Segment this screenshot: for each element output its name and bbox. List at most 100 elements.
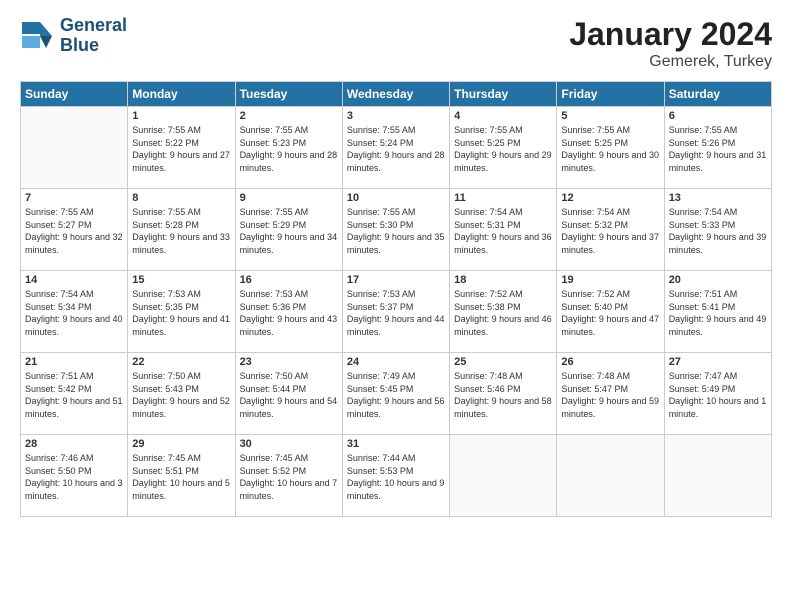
day-info: Sunrise: 7:55 AMSunset: 5:29 PMDaylight:… [240, 206, 338, 256]
day-info: Sunrise: 7:44 AMSunset: 5:53 PMDaylight:… [347, 452, 445, 502]
col-header-friday: Friday [557, 82, 664, 107]
day-info: Sunrise: 7:45 AMSunset: 5:52 PMDaylight:… [240, 452, 338, 502]
day-info: Sunrise: 7:54 AMSunset: 5:31 PMDaylight:… [454, 206, 552, 256]
day-cell [557, 435, 664, 517]
week-row-1: 7 Sunrise: 7:55 AMSunset: 5:27 PMDaylight… [21, 189, 772, 271]
col-header-thursday: Thursday [450, 82, 557, 107]
day-cell: 1Sunrise: 7:55 AMSunset: 5:22 PMDaylight… [128, 107, 235, 189]
day-cell: 28Sunrise: 7:46 AMSunset: 5:50 PMDayligh… [21, 435, 128, 517]
col-header-monday: Monday [128, 82, 235, 107]
title-area: January 2024 Gemerek, Turkey [569, 16, 772, 71]
day-cell: 5 Sunrise: 7:55 AMSunset: 5:25 PMDaylight… [557, 107, 664, 189]
day-number: 4 [454, 110, 552, 122]
day-info: Sunrise: 7:52 AMSunset: 5:40 PMDaylight:… [561, 288, 659, 338]
day-info: Sunrise: 7:55 AMSunset: 5:26 PMDaylight:… [669, 124, 767, 174]
day-number: 24 [347, 356, 445, 368]
day-cell: 30 Sunrise: 7:45 AMSunset: 5:52 PMDayligh… [235, 435, 342, 517]
day-number: 2 [240, 110, 338, 122]
calendar-header-row: SundayMondayTuesdayWednesdayThursdayFrid… [21, 82, 772, 107]
day-number: 21 [25, 356, 123, 368]
day-cell: 20 Sunrise: 7:51 AMSunset: 5:41 PMDayligh… [664, 271, 771, 353]
day-cell: 26Sunrise: 7:48 AMSunset: 5:47 PMDayligh… [557, 353, 664, 435]
day-number: 16 [240, 274, 338, 286]
day-cell [664, 435, 771, 517]
day-cell: 4Sunrise: 7:55 AMSunset: 5:25 PMDaylight… [450, 107, 557, 189]
day-cell: 13Sunrise: 7:54 AMSunset: 5:33 PMDayligh… [664, 189, 771, 271]
day-cell: 3 Sunrise: 7:55 AMSunset: 5:24 PMDaylight… [342, 107, 449, 189]
page: General Blue January 2024 Gemerek, Turke… [0, 0, 792, 612]
day-info: Sunrise: 7:55 AMSunset: 5:24 PMDaylight:… [347, 124, 445, 174]
day-info: Sunrise: 7:51 AMSunset: 5:41 PMDaylight:… [669, 288, 767, 338]
day-cell [21, 107, 128, 189]
day-info: Sunrise: 7:54 AMSunset: 5:34 PMDaylight:… [25, 288, 123, 338]
day-cell: 27Sunrise: 7:47 AMSunset: 5:49 PMDayligh… [664, 353, 771, 435]
day-info: Sunrise: 7:46 AMSunset: 5:50 PMDaylight:… [25, 452, 123, 502]
day-cell: 19 Sunrise: 7:52 AMSunset: 5:40 PMDayligh… [557, 271, 664, 353]
day-number: 29 [132, 438, 230, 450]
day-cell: 25Sunrise: 7:48 AMSunset: 5:46 PMDayligh… [450, 353, 557, 435]
day-number: 26 [561, 356, 659, 368]
day-number: 18 [454, 274, 552, 286]
day-cell: 11Sunrise: 7:54 AMSunset: 5:31 PMDayligh… [450, 189, 557, 271]
day-number: 9 [240, 192, 338, 204]
col-header-tuesday: Tuesday [235, 82, 342, 107]
logo-text: General Blue [60, 16, 127, 56]
day-cell: 18 Sunrise: 7:52 AMSunset: 5:38 PMDayligh… [450, 271, 557, 353]
day-info: Sunrise: 7:55 AMSunset: 5:25 PMDaylight:… [561, 124, 659, 174]
day-number: 10 [347, 192, 445, 204]
day-info: Sunrise: 7:49 AMSunset: 5:45 PMDaylight:… [347, 370, 445, 420]
col-header-sunday: Sunday [21, 82, 128, 107]
day-info: Sunrise: 7:45 AMSunset: 5:51 PMDaylight:… [132, 452, 230, 502]
day-info: Sunrise: 7:55 AMSunset: 5:30 PMDaylight:… [347, 206, 445, 256]
day-cell: 16 Sunrise: 7:53 AMSunset: 5:36 PMDayligh… [235, 271, 342, 353]
day-info: Sunrise: 7:54 AMSunset: 5:32 PMDaylight:… [561, 206, 659, 256]
week-row-4: 28Sunrise: 7:46 AMSunset: 5:50 PMDayligh… [21, 435, 772, 517]
day-cell: 10 Sunrise: 7:55 AMSunset: 5:30 PMDayligh… [342, 189, 449, 271]
day-info: Sunrise: 7:52 AMSunset: 5:38 PMDaylight:… [454, 288, 552, 338]
day-number: 30 [240, 438, 338, 450]
day-cell: 8 Sunrise: 7:55 AMSunset: 5:28 PMDaylight… [128, 189, 235, 271]
day-cell: 14Sunrise: 7:54 AMSunset: 5:34 PMDayligh… [21, 271, 128, 353]
day-number: 13 [669, 192, 767, 204]
day-info: Sunrise: 7:50 AMSunset: 5:44 PMDaylight:… [240, 370, 338, 420]
day-number: 7 [25, 192, 123, 204]
day-info: Sunrise: 7:55 AMSunset: 5:22 PMDaylight:… [132, 124, 230, 174]
day-number: 27 [669, 356, 767, 368]
day-number: 5 [561, 110, 659, 122]
day-number: 23 [240, 356, 338, 368]
day-number: 8 [132, 192, 230, 204]
day-info: Sunrise: 7:53 AMSunset: 5:37 PMDaylight:… [347, 288, 445, 338]
day-cell: 23 Sunrise: 7:50 AMSunset: 5:44 PMDayligh… [235, 353, 342, 435]
day-info: Sunrise: 7:48 AMSunset: 5:46 PMDaylight:… [454, 370, 552, 420]
day-info: Sunrise: 7:55 AMSunset: 5:28 PMDaylight:… [132, 206, 230, 256]
day-number: 6 [669, 110, 767, 122]
day-number: 15 [132, 274, 230, 286]
logo-line2: Blue [60, 36, 127, 56]
day-cell: 6 Sunrise: 7:55 AMSunset: 5:26 PMDaylight… [664, 107, 771, 189]
day-cell: 21 Sunrise: 7:51 AMSunset: 5:42 PMDayligh… [21, 353, 128, 435]
month-title: January 2024 [569, 16, 772, 53]
location: Gemerek, Turkey [569, 53, 772, 71]
day-number: 19 [561, 274, 659, 286]
day-cell: 2 Sunrise: 7:55 AMSunset: 5:23 PMDaylight… [235, 107, 342, 189]
day-info: Sunrise: 7:51 AMSunset: 5:42 PMDaylight:… [25, 370, 123, 420]
day-number: 31 [347, 438, 445, 450]
day-cell: 9 Sunrise: 7:55 AMSunset: 5:29 PMDaylight… [235, 189, 342, 271]
week-row-2: 14Sunrise: 7:54 AMSunset: 5:34 PMDayligh… [21, 271, 772, 353]
col-header-saturday: Saturday [664, 82, 771, 107]
day-info: Sunrise: 7:53 AMSunset: 5:36 PMDaylight:… [240, 288, 338, 338]
day-info: Sunrise: 7:50 AMSunset: 5:43 PMDaylight:… [132, 370, 230, 420]
day-cell: 29 Sunrise: 7:45 AMSunset: 5:51 PMDayligh… [128, 435, 235, 517]
day-info: Sunrise: 7:53 AMSunset: 5:35 PMDaylight:… [132, 288, 230, 338]
day-cell: 15 Sunrise: 7:53 AMSunset: 5:35 PMDayligh… [128, 271, 235, 353]
day-info: Sunrise: 7:55 AMSunset: 5:23 PMDaylight:… [240, 124, 338, 174]
day-number: 12 [561, 192, 659, 204]
day-number: 20 [669, 274, 767, 286]
day-cell: 17Sunrise: 7:53 AMSunset: 5:37 PMDayligh… [342, 271, 449, 353]
logo-line1: General [60, 16, 127, 36]
week-row-3: 21 Sunrise: 7:51 AMSunset: 5:42 PMDayligh… [21, 353, 772, 435]
day-info: Sunrise: 7:55 AMSunset: 5:27 PMDaylight:… [25, 206, 123, 256]
day-number: 3 [347, 110, 445, 122]
logo-icon [20, 18, 56, 54]
day-number: 22 [132, 356, 230, 368]
